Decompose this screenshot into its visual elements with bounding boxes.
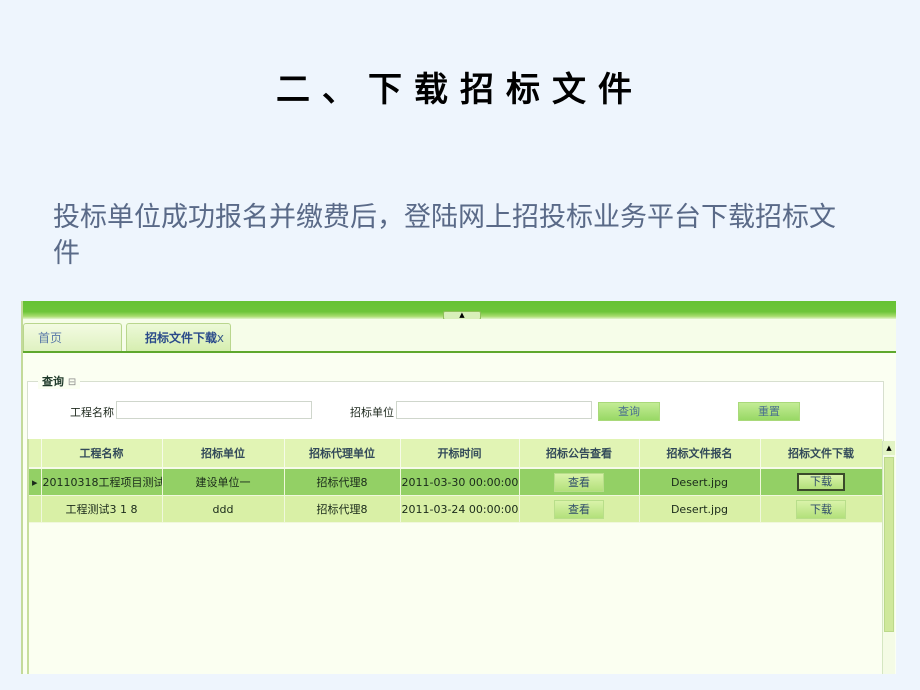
scrollbar-thumb[interactable]	[884, 457, 894, 632]
cell-agent: 招标代理8	[284, 495, 401, 523]
tab-tender-file-download[interactable]: 招标文件下载 x	[126, 323, 231, 351]
query-legend: 查询 ⊟	[38, 373, 81, 389]
scroll-up-arrow-icon[interactable]: ▲	[883, 441, 895, 455]
download-button[interactable]: 下载	[796, 499, 846, 519]
row-selected-indicator-icon: ▸	[29, 468, 42, 496]
collapse-up-icon: ▲	[459, 311, 465, 319]
tab-bar: 首页 招标文件下载 x	[23, 319, 896, 353]
grid-vertical-scrollbar[interactable]: ▲	[882, 441, 895, 674]
cell-project-name: 工程测试3 1 8	[41, 495, 163, 523]
close-tab-icon[interactable]: x	[217, 324, 224, 352]
cell-notice-view: 查看	[519, 468, 640, 496]
tender-file-grid: 工程名称 招标单位 招标代理单位 开标时间 招标公告查看 招标文件报名 招标文件…	[27, 439, 883, 674]
project-name-label: 工程名称	[70, 406, 114, 419]
column-header-file-registration[interactable]: 招标文件报名	[639, 439, 761, 469]
column-header-open-time[interactable]: 开标时间	[400, 439, 520, 469]
table-row[interactable]: 工程测试3 1 8 ddd 招标代理8 2011-03-24 00:00:00 …	[29, 495, 883, 523]
view-notice-button[interactable]: 查看	[554, 499, 604, 519]
view-notice-button[interactable]: 查看	[554, 472, 604, 492]
tenderer-input[interactable]	[396, 401, 592, 419]
cell-filename: Desert.jpg	[639, 495, 761, 523]
slide-body-text: 投标单位成功报名并缴费后，登陆网上招投标业务平台下载招标文件	[53, 202, 836, 269]
row-indicator-header	[29, 439, 42, 469]
cell-download: 下载	[760, 468, 883, 496]
query-panel: 查询 ⊟ 工程名称 招标单位 查询 重置	[27, 373, 884, 442]
cell-tenderer: 建设单位一	[162, 468, 285, 496]
cell-download: 下载	[760, 495, 883, 523]
project-name-input[interactable]	[116, 401, 312, 419]
cell-tenderer: ddd	[162, 495, 285, 523]
download-button[interactable]: 下载	[797, 473, 845, 491]
table-row[interactable]: ▸ 20110318工程项目测试一 建设单位一 招标代理8 2011-03-30…	[29, 468, 883, 496]
reset-button[interactable]: 重置	[738, 402, 800, 421]
column-header-notice-view[interactable]: 招标公告查看	[519, 439, 640, 469]
cell-notice-view: 查看	[519, 495, 640, 523]
column-header-tenderer[interactable]: 招标单位	[162, 439, 285, 469]
table-header-row: 工程名称 招标单位 招标代理单位 开标时间 招标公告查看 招标文件报名 招标文件…	[29, 439, 883, 469]
cell-open-time: 2011-03-24 00:00:00	[400, 495, 520, 523]
tender-file-table: 工程名称 招标单位 招标代理单位 开标时间 招标公告查看 招标文件报名 招标文件…	[29, 439, 883, 523]
column-header-file-download[interactable]: 招标文件下载	[760, 439, 883, 469]
tenderer-label: 招标单位	[350, 406, 394, 419]
cell-agent: 招标代理8	[284, 468, 401, 496]
row-indicator	[29, 495, 42, 523]
tab-tender-file-download-label: 招标文件下载	[145, 331, 218, 345]
query-legend-label: 查询	[42, 375, 64, 388]
slide-title: 二、下载招标文件	[276, 70, 644, 110]
search-button[interactable]: 查询	[598, 402, 660, 421]
tab-home[interactable]: 首页	[23, 323, 122, 351]
column-header-project-name[interactable]: 工程名称	[41, 439, 163, 469]
app-header-bar: ▲	[23, 301, 896, 320]
app-window: ▲ 首页 招标文件下载 x 查询 ⊟ 工程名称 招标单位 查询 重置 工程名称 …	[21, 301, 896, 674]
cell-filename: Desert.jpg	[639, 468, 761, 496]
cell-project-name: 20110318工程项目测试一	[41, 468, 163, 496]
column-header-agent[interactable]: 招标代理单位	[284, 439, 401, 469]
tab-home-label: 首页	[38, 331, 63, 345]
collapse-query-icon[interactable]: ⊟	[68, 377, 76, 388]
cell-open-time: 2011-03-30 00:00:00	[400, 468, 520, 496]
